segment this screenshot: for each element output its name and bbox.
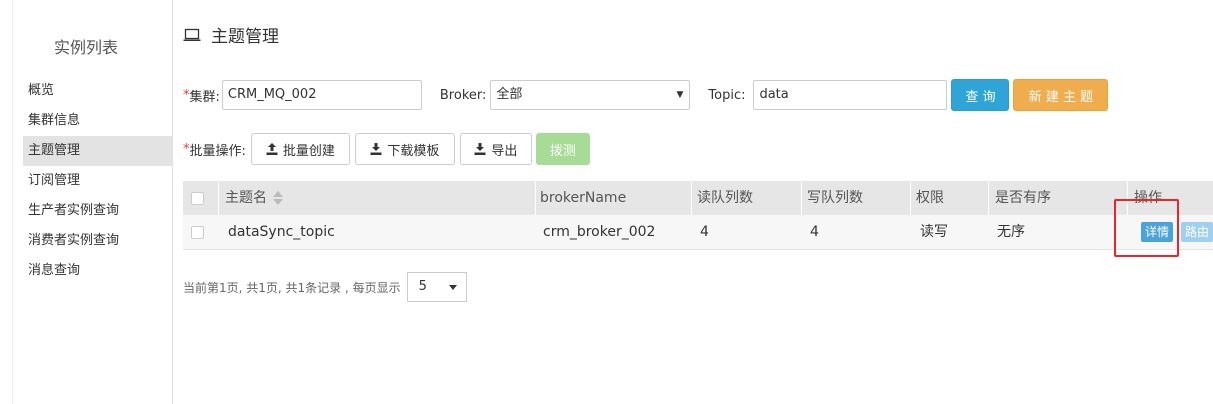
page-title: 主题管理 [183, 22, 279, 47]
sort-icon[interactable] [273, 191, 283, 205]
route-button[interactable]: 路由 [1181, 222, 1213, 242]
caret-down-icon [448, 285, 457, 290]
query-button[interactable]: 查 询 [951, 79, 1010, 111]
page-title-text: 主题管理 [211, 27, 279, 47]
page-size-select[interactable]: 5 [406, 272, 467, 302]
download-icon [474, 143, 486, 155]
sidebar-menu: 概览 集群信息 主题管理 订阅管理 生产者实例查询 消费者实例查询 消息查询 [23, 76, 172, 286]
column-header-topic[interactable]: 主题名 [225, 181, 283, 215]
sidebar-item-subscription[interactable]: 订阅管理 [23, 166, 172, 196]
cell-write-queues: 4 [810, 224, 819, 240]
page-size-value: 5 [418, 279, 427, 294]
laptop-icon [183, 28, 201, 41]
sidebar-edge [12, 0, 13, 404]
cell-permission: 读写 [920, 224, 948, 240]
select-all-checkbox[interactable] [191, 192, 204, 205]
download-template-button[interactable]: 下载模板 [354, 133, 455, 165]
column-header-broker: brokerName [540, 190, 627, 206]
cluster-label: 集群: [189, 89, 220, 105]
cell-ordered: 无序 [997, 224, 1025, 240]
upload-icon [266, 143, 278, 155]
sidebar-item-consumer[interactable]: 消费者实例查询 [23, 226, 172, 256]
column-header-permission: 权限 [916, 190, 944, 206]
broker-label: Broker: [439, 87, 487, 103]
cell-read-queues: 4 [700, 224, 709, 240]
topic-input[interactable]: data [753, 80, 948, 110]
sidebar-item-overview[interactable]: 概览 [23, 76, 172, 106]
cluster-input[interactable]: CRM_MQ_002 [221, 80, 422, 110]
create-topic-button[interactable]: 新 建 主 题 [1013, 79, 1109, 111]
sidebar-title: 实例列表 [53, 38, 118, 57]
table-row: dataSync_topic crm_broker_002 4 4 读写 无序 … [183, 215, 1213, 250]
filter-row: * 集群: CRM_MQ_002 Broker: 全部 ▼ Topic: dat… [183, 78, 1109, 112]
batch-create-button[interactable]: 批量创建 [250, 133, 350, 165]
sidebar-item-cluster[interactable]: 集群信息 [23, 106, 172, 136]
table-header: 主题名 brokerName 读队列数 写队列数 权限 是否有序 操作 [183, 181, 1213, 215]
sidebar-item-message[interactable]: 消息查询 [23, 256, 172, 286]
download-template-label: 下载模板 [387, 143, 440, 159]
pagination: 当前第1页, 共1页, 共1条记录 , 每页显示 5 [183, 272, 467, 302]
column-header-read-queues: 读队列数 [697, 190, 753, 206]
broker-select[interactable]: 全部 ▼ [490, 80, 691, 110]
sidebar: 实例列表 概览 集群信息 主题管理 订阅管理 生产者实例查询 消费者实例查询 消… [0, 0, 173, 404]
main-content: 主题管理 * 集群: CRM_MQ_002 Broker: 全部 ▼ Topic… [173, 0, 1213, 404]
export-label: 导出 [491, 143, 518, 159]
sidebar-item-topic[interactable]: 主题管理 [23, 136, 172, 166]
download-icon [370, 143, 382, 155]
dropdown-arrow-icon: ▼ [676, 90, 684, 100]
sidebar-item-producer[interactable]: 生产者实例查询 [23, 196, 172, 226]
column-header-ordered: 是否有序 [995, 190, 1051, 206]
cell-broker: crm_broker_002 [543, 224, 656, 240]
pagination-summary: 当前第1页, 共1页, 共1条记录 , 每页显示 [183, 280, 401, 295]
topic-label: Topic: [708, 87, 746, 103]
column-header-write-queues: 写队列数 [807, 190, 863, 206]
broker-select-value: 全部 [496, 87, 523, 102]
row-checkbox[interactable] [191, 226, 204, 239]
probe-button[interactable]: 拨测 [535, 133, 590, 165]
batch-row: * 批量操作: 批量创建 下载模板 导出 拨测 [183, 132, 590, 166]
batch-label: 批量操作: [189, 143, 246, 159]
cell-topic: dataSync_topic [228, 224, 335, 240]
batch-create-label: 批量创建 [282, 143, 335, 159]
highlight-box [1114, 199, 1179, 257]
export-button[interactable]: 导出 [459, 133, 532, 165]
